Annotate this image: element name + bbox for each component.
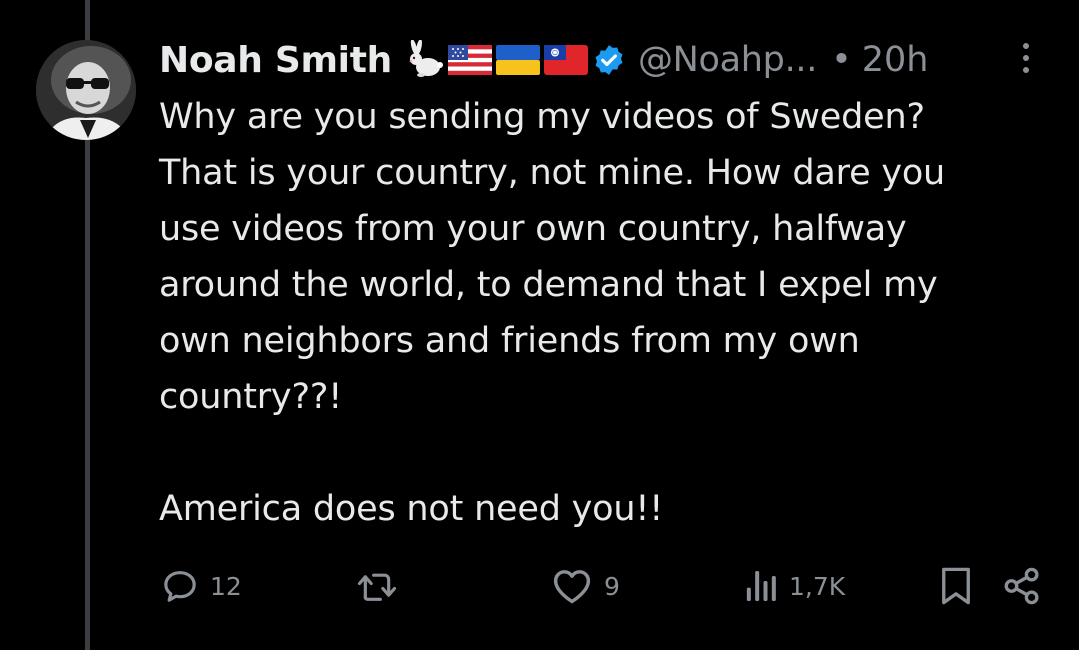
avatar-image xyxy=(36,40,136,140)
avatar[interactable] xyxy=(36,40,136,140)
tweet-header: Noah Smith @Noahp... • 20h xyxy=(159,36,928,84)
bookmark-icon xyxy=(942,567,970,605)
reply-icon xyxy=(164,571,196,602)
view-count: 1,7K xyxy=(789,571,846,601)
tweet-line: country??! xyxy=(159,377,343,417)
views-button[interactable]: 1,7K xyxy=(743,560,845,612)
author-handle[interactable]: @Noahp... xyxy=(638,40,817,80)
tweet-closing-line: America does not need you!! xyxy=(159,489,664,529)
like-count: 9 xyxy=(604,571,620,601)
display-name[interactable]: Noah Smith xyxy=(159,40,392,81)
tweet-text: Why are you sending my videos of Sweden?… xyxy=(159,89,1039,537)
tweet-line: around the world, to demand that I expel… xyxy=(159,265,938,305)
name-badges xyxy=(404,40,626,80)
timestamp[interactable]: 20h xyxy=(862,40,929,80)
verified-icon[interactable] xyxy=(592,43,626,77)
us-flag-icon xyxy=(447,45,492,75)
heart-icon xyxy=(553,570,591,604)
bookmark-button[interactable] xyxy=(938,560,974,612)
reply-button[interactable]: 12 xyxy=(160,560,242,612)
tweet-line: That is your country, not mine. How dare… xyxy=(159,153,946,193)
tweet-line: Why are you sending my videos of Sweden? xyxy=(159,97,925,137)
repost-button[interactable] xyxy=(355,560,409,612)
more-options-icon[interactable] xyxy=(1016,40,1036,76)
separator-dot: • xyxy=(831,40,852,80)
tweet-line: use videos from your own country, halfwa… xyxy=(159,209,907,249)
taiwan-flag-icon xyxy=(543,45,588,75)
ukraine-flag-icon xyxy=(495,45,540,75)
share-icon xyxy=(1004,567,1039,605)
share-button[interactable] xyxy=(1000,560,1044,612)
views-analytics-icon xyxy=(746,571,776,601)
like-button[interactable]: 9 xyxy=(550,560,620,612)
repost-icon xyxy=(357,573,397,601)
action-bar: 12 9 1,7K xyxy=(0,560,1079,612)
rabbit-emoji-icon xyxy=(409,40,443,77)
reply-count: 12 xyxy=(210,571,242,601)
tweet-line: own neighbors and friends from my own xyxy=(159,321,860,361)
